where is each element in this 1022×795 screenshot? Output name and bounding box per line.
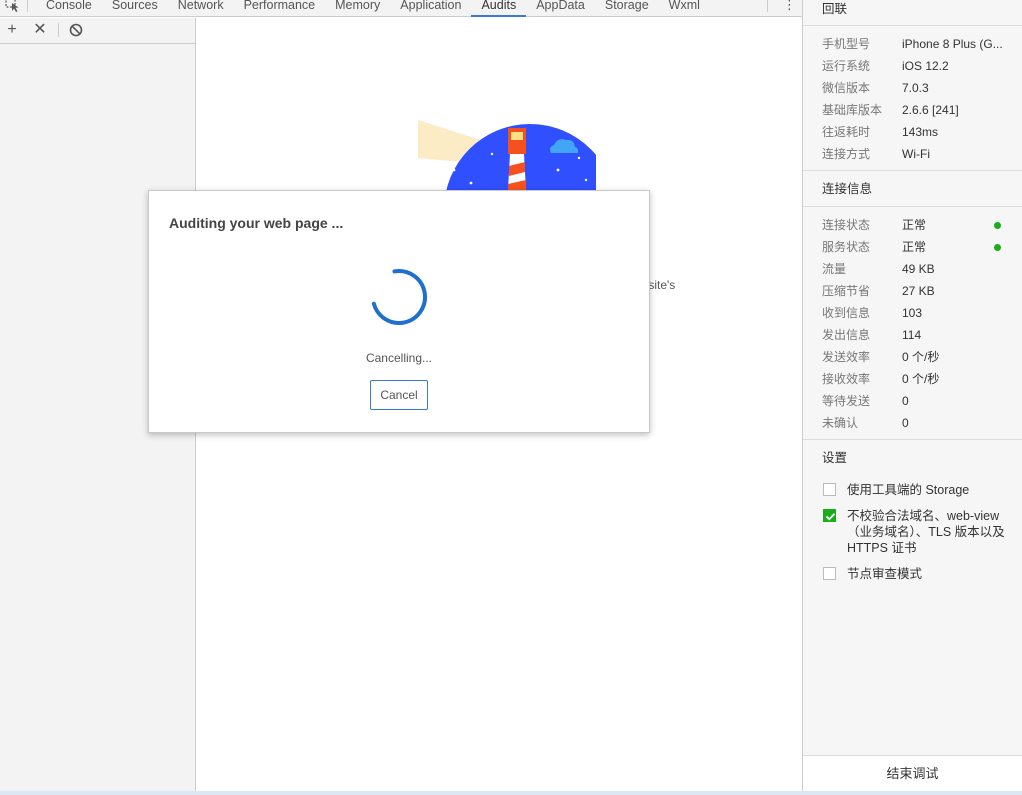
debug-info-panel: 回联 手机型号 iPhone 8 Plus (G... 运行系统 iOS 12.2 微信…: [802, 0, 1022, 791]
device-section-title: 回联: [803, 0, 1022, 26]
connection-info-value: 0: [902, 416, 909, 430]
connection-info-label: 未确认: [822, 416, 859, 430]
more-options-icon[interactable]: ⋮: [783, 0, 796, 13]
tab-wxml[interactable]: Wxml: [659, 0, 710, 17]
setting-checkbox-row[interactable]: 节点审查模式: [803, 566, 1022, 582]
tab-network[interactable]: Network: [168, 0, 234, 17]
device-info-value: Wi-Fi: [902, 147, 930, 161]
tab-sources[interactable]: Sources: [102, 0, 168, 17]
connection-info-row: 服务状态 正常: [803, 236, 1022, 258]
connection-section-title: 连接信息: [803, 171, 1022, 207]
tab-list: Console Sources Network Performance Memory Ap…: [36, 0, 710, 17]
end-debug-button[interactable]: 结束调试: [803, 755, 1022, 791]
cancel-button[interactable]: Cancel: [370, 380, 428, 410]
connection-info-row: 收到信息 103: [803, 302, 1022, 324]
connection-info-row: 发送效率 0 个/秒: [803, 346, 1022, 368]
tab-memory[interactable]: Memory: [325, 0, 390, 17]
connection-info-value: 114: [902, 328, 922, 342]
tab-performance[interactable]: Performance: [234, 0, 326, 17]
connection-info-label: 等待发送: [822, 394, 871, 408]
dialog-title: Auditing your web page ...: [169, 215, 344, 231]
tab-appdata[interactable]: AppData: [526, 0, 595, 17]
connection-info-row: 接收效率 0 个/秒: [803, 368, 1022, 390]
connection-info-value: 正常: [902, 218, 927, 232]
device-info-label: 微信版本: [822, 81, 871, 95]
connection-info-value: 49 KB: [902, 262, 935, 276]
connection-info-label: 接收效率: [822, 372, 871, 386]
checkbox-unchecked-icon[interactable]: [823, 483, 836, 496]
connection-info-value: 正常: [902, 240, 927, 254]
connection-info-value: 103: [902, 306, 923, 320]
window-bottom-edge: [0, 791, 1022, 795]
device-info-list: 手机型号 iPhone 8 Plus (G... 运行系统 iOS 12.2 微信版本 7…: [803, 26, 1022, 171]
device-info-value: iOS 12.2: [902, 59, 949, 73]
connection-info-row: 连接状态 正常: [803, 214, 1022, 236]
connection-info-row: 发出信息 114: [803, 324, 1022, 346]
connection-info-label: 服务状态: [822, 240, 871, 254]
tab-application[interactable]: Application: [390, 0, 471, 17]
device-info-label: 基础库版本: [822, 103, 883, 117]
connection-info-label: 连接状态: [822, 218, 871, 232]
checkbox-unchecked-icon[interactable]: [823, 567, 836, 580]
device-info-row: 运行系统 iOS 12.2: [803, 55, 1022, 77]
setting-label: 节点审查模式: [847, 567, 923, 581]
block-icon[interactable]: [68, 22, 84, 38]
connection-info-label: 收到信息: [822, 306, 871, 320]
device-info-value: iPhone 8 Plus (G...: [902, 37, 1003, 51]
device-info-row: 微信版本 7.0.3: [803, 77, 1022, 99]
settings-section-title: 设置: [822, 451, 848, 465]
audit-progress-dialog: Auditing your web page ... Cancelling...…: [148, 190, 650, 433]
device-info-row: 往返耗时 143ms: [803, 121, 1022, 143]
device-info-row: 基础库版本 2.6.6 [241]: [803, 99, 1022, 121]
tab-console[interactable]: Console: [36, 0, 102, 17]
device-info-value: 2.6.6 [241]: [902, 103, 959, 117]
tab-bar-divider: [27, 0, 28, 12]
connection-info-row: 未确认 0: [803, 412, 1022, 434]
settings-list: 使用工具端的 Storage 不校验合法域名、web-view（业务域名）、TLS…: [803, 476, 1022, 582]
connection-info-label: 发出信息: [822, 328, 871, 342]
setting-checkbox-row[interactable]: 不校验合法域名、web-view（业务域名）、TLS 版本以及 HTTPS 证书: [803, 508, 1022, 556]
status-ok-dot-icon: [994, 244, 1001, 251]
checkbox-checked-icon[interactable]: [823, 509, 836, 522]
setting-label: 不校验合法域名、web-view（业务域名）、TLS 版本以及 HTTPS 证书: [847, 509, 1005, 555]
device-info-label: 手机型号: [822, 37, 871, 51]
connection-info-label: 流量: [822, 262, 847, 276]
device-info-label: 连接方式: [822, 147, 871, 161]
connection-info-value: 0: [902, 394, 909, 408]
tab-audits[interactable]: Audits: [471, 0, 526, 17]
connection-info-value: 27 KB: [902, 284, 935, 298]
connection-info-row: 等待发送 0: [803, 390, 1022, 412]
connection-info-row: 压缩节省 27 KB: [803, 280, 1022, 302]
connection-info-label: 压缩节省: [822, 284, 871, 298]
device-info-row: 手机型号 iPhone 8 Plus (G...: [803, 33, 1022, 55]
dialog-status-text: Cancelling...: [365, 351, 433, 365]
toolbar-divider: [58, 23, 59, 37]
clear-icon[interactable]: ✕: [32, 22, 48, 38]
devtools-tab-bar: Console Sources Network Performance Memory Ap…: [0, 0, 802, 17]
inspect-element-icon[interactable]: [4, 0, 22, 12]
device-info-value: 7.0.3: [902, 81, 929, 95]
connection-info-label: 发送效率: [822, 350, 871, 364]
setting-label: 使用工具端的 Storage: [847, 483, 970, 497]
connection-info-value: 0 个/秒: [902, 372, 940, 386]
audits-toolbar: + ✕: [0, 18, 195, 44]
connection-info-list: 连接状态 正常 服务状态 正常 流量 49 KB 压缩节省 27 KB 收到信息 103 发出信息 1…: [803, 207, 1022, 440]
connection-info-row: 流量 49 KB: [803, 258, 1022, 280]
device-info-value: 143ms: [902, 125, 939, 139]
device-info-label: 运行系统: [822, 59, 871, 73]
tab-storage[interactable]: Storage: [595, 0, 659, 17]
setting-checkbox-row[interactable]: 使用工具端的 Storage: [803, 482, 1022, 498]
connection-info-value: 0 个/秒: [902, 350, 940, 364]
status-ok-dot-icon: [994, 222, 1001, 229]
device-info-label: 往返耗时: [822, 125, 871, 139]
tab-bar-divider: [767, 0, 768, 12]
device-info-row: 连接方式 Wi-Fi: [803, 143, 1022, 165]
add-icon[interactable]: +: [4, 22, 20, 38]
loading-spinner-icon: [371, 268, 427, 325]
